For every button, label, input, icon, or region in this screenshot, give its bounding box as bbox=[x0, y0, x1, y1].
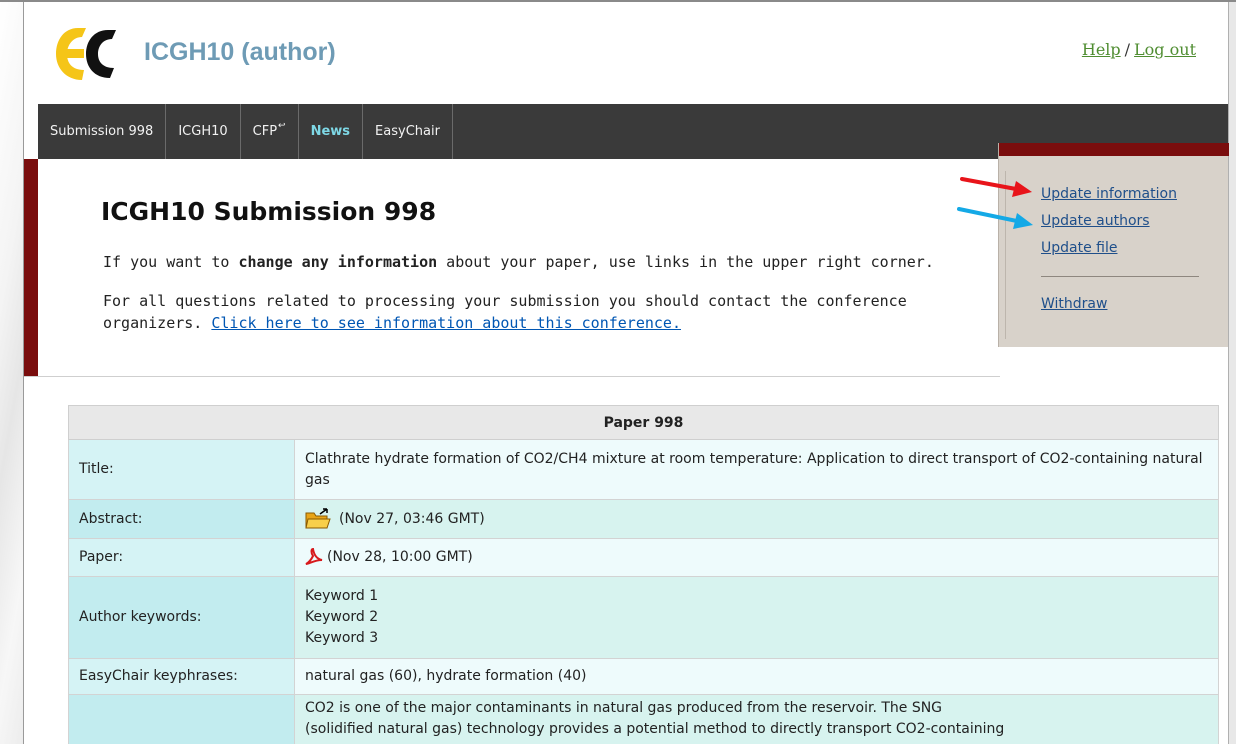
keyphrases-value: natural gas (60), hydrate formation (40) bbox=[294, 658, 1219, 695]
accent-bar bbox=[24, 159, 38, 377]
abstract-label: Abstract: bbox=[68, 499, 295, 539]
page-title: ICGH10 Submission 998 bbox=[101, 197, 437, 226]
pdf-icon[interactable] bbox=[305, 548, 323, 566]
logout-link[interactable]: Log out bbox=[1134, 40, 1196, 59]
title-label: Title: bbox=[68, 439, 295, 500]
abstract-timestamp: (Nov 27, 03:46 GMT) bbox=[339, 511, 485, 527]
keyword-item: Keyword 2 bbox=[305, 609, 379, 625]
title-value: Clathrate hydrate formation of CO2/CH4 m… bbox=[294, 439, 1219, 500]
keyphrases-label: EasyChair keyphrases: bbox=[68, 658, 295, 695]
tab-easychair[interactable]: EasyChair bbox=[363, 104, 453, 159]
update-information-link[interactable]: Update information bbox=[1041, 181, 1199, 208]
tab-label: News bbox=[310, 124, 351, 139]
blue-arrow-icon bbox=[957, 207, 1033, 229]
para-text: If you want to bbox=[103, 253, 239, 271]
abstract-line: CO2 is one of the major contaminants in … bbox=[305, 700, 943, 716]
contact-paragraph: For all questions related to processing … bbox=[103, 290, 983, 334]
left-background-strip bbox=[0, 2, 24, 744]
table-row: Author keywords: Keyword 1 Keyword 2 Key… bbox=[68, 576, 1219, 659]
external-return-icon: ↩ bbox=[278, 120, 286, 131]
withdraw-link[interactable]: Withdraw bbox=[1041, 291, 1199, 318]
actions-panel: Update information Update authors Update… bbox=[998, 143, 1229, 347]
tab-label: Submission 998 bbox=[50, 124, 154, 139]
update-file-link[interactable]: Update file bbox=[1041, 235, 1199, 262]
keyword-item: Keyword 1 bbox=[305, 588, 379, 604]
table-row: Abstract: (Nov 27, 03:46 GMT) bbox=[68, 499, 1219, 539]
red-arrow-icon bbox=[960, 177, 1032, 197]
abstract-line: (solidified natural gas) technology prov… bbox=[305, 721, 1005, 737]
right-scroll-area bbox=[1228, 2, 1236, 744]
content-divider bbox=[24, 376, 1000, 377]
keywords-label: Author keywords: bbox=[68, 576, 295, 659]
easychair-logo-icon[interactable] bbox=[54, 26, 132, 82]
paper-value: (Nov 28, 10:00 GMT) bbox=[294, 538, 1219, 577]
tab-news[interactable]: News bbox=[299, 104, 364, 159]
table-row: EasyChair keyphrases: natural gas (60), … bbox=[68, 658, 1219, 695]
tab-cfp[interactable]: CFP ↩ bbox=[241, 104, 299, 159]
keyword-item: Keyword 3 bbox=[305, 630, 379, 646]
update-authors-link[interactable]: Update authors bbox=[1041, 208, 1199, 235]
folder-icon[interactable] bbox=[305, 508, 331, 530]
action-links: Update information Update authors Update… bbox=[1041, 181, 1199, 318]
tab-conference[interactable]: ICGH10 bbox=[166, 104, 241, 159]
paper-label: Paper: bbox=[68, 538, 295, 577]
tab-label: EasyChair bbox=[375, 124, 440, 139]
panel-divider bbox=[1041, 276, 1199, 277]
nav-tabs: Submission 998 ICGH10 CFP ↩ News EasyChai… bbox=[38, 104, 453, 159]
table-row: Paper: (Nov 28, 10:00 GMT) bbox=[68, 538, 1219, 577]
info-paragraph: If you want to change any information ab… bbox=[103, 253, 934, 271]
tab-submission[interactable]: Submission 998 bbox=[38, 104, 167, 159]
keywords-value: Keyword 1 Keyword 2 Keyword 3 bbox=[294, 576, 1219, 659]
abstract-text-label bbox=[68, 694, 295, 744]
tab-label: CFP bbox=[252, 124, 278, 139]
tab-label: ICGH10 bbox=[178, 124, 228, 139]
abstract-value: (Nov 27, 03:46 GMT) bbox=[294, 499, 1219, 539]
para-bold-text: change any information bbox=[238, 253, 438, 271]
para-text: about your paper, use links in the upper… bbox=[437, 253, 934, 271]
app-title: ICGH10 (author) bbox=[144, 38, 336, 66]
conference-info-link[interactable]: Click here to see information about this… bbox=[211, 314, 681, 332]
header-links: Help / Log out bbox=[1082, 40, 1196, 59]
table-header-row: Paper 998 bbox=[68, 405, 1219, 440]
table-header: Paper 998 bbox=[68, 405, 1219, 440]
help-link[interactable]: Help bbox=[1082, 40, 1121, 59]
panel-top-bar bbox=[999, 143, 1229, 156]
table-row: Title: Clathrate hydrate formation of CO… bbox=[68, 439, 1219, 500]
paper-details-table: Paper 998 Title: Clathrate hydrate forma… bbox=[68, 405, 1219, 744]
table-row: CO2 is one of the major contaminants in … bbox=[68, 694, 1219, 744]
paper-timestamp: (Nov 28, 10:00 GMT) bbox=[327, 549, 473, 565]
abstract-text-value: CO2 is one of the major contaminants in … bbox=[294, 694, 1219, 744]
link-separator: / bbox=[1124, 40, 1131, 59]
